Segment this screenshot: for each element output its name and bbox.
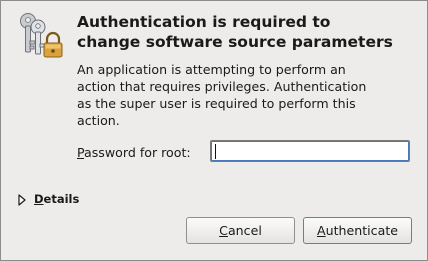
details-label-text: etails xyxy=(43,192,80,206)
cancel-mnemonic: C xyxy=(219,223,228,238)
message-line: action. xyxy=(77,113,120,128)
message-line: as the super user is required to perform… xyxy=(77,96,356,111)
authenticate-mnemonic: A xyxy=(316,223,326,238)
authenticate-label: uthenticate xyxy=(325,223,399,238)
password-label-text: assword for root: xyxy=(84,145,191,160)
password-label-mnemonic: P xyxy=(77,145,85,160)
dialog-title: Authentication is required to change sof… xyxy=(77,12,422,52)
title-line: change software source parameters xyxy=(77,33,393,51)
text-cursor xyxy=(215,144,216,159)
message-line: action that requires privileges. Authent… xyxy=(77,79,367,94)
authentication-dialog: Authentication is required to change sof… xyxy=(0,0,428,261)
password-input[interactable] xyxy=(210,140,410,162)
expander-arrow-icon xyxy=(18,193,26,206)
details-label: Details xyxy=(34,191,79,208)
cancel-label: ancel xyxy=(227,223,262,238)
authenticate-button[interactable]: Authenticate xyxy=(303,217,412,244)
title-line: Authentication is required to xyxy=(77,13,331,31)
message-line: An application is attempting to perform … xyxy=(77,62,346,77)
details-label-mnemonic: D xyxy=(34,192,44,206)
cancel-button[interactable]: Cancel xyxy=(186,217,295,244)
details-expander[interactable]: Details xyxy=(17,191,79,208)
dialog-message: An application is attempting to perform … xyxy=(77,61,422,129)
keys-and-lock-icon xyxy=(20,13,63,58)
password-label: Password for root: xyxy=(77,144,191,161)
